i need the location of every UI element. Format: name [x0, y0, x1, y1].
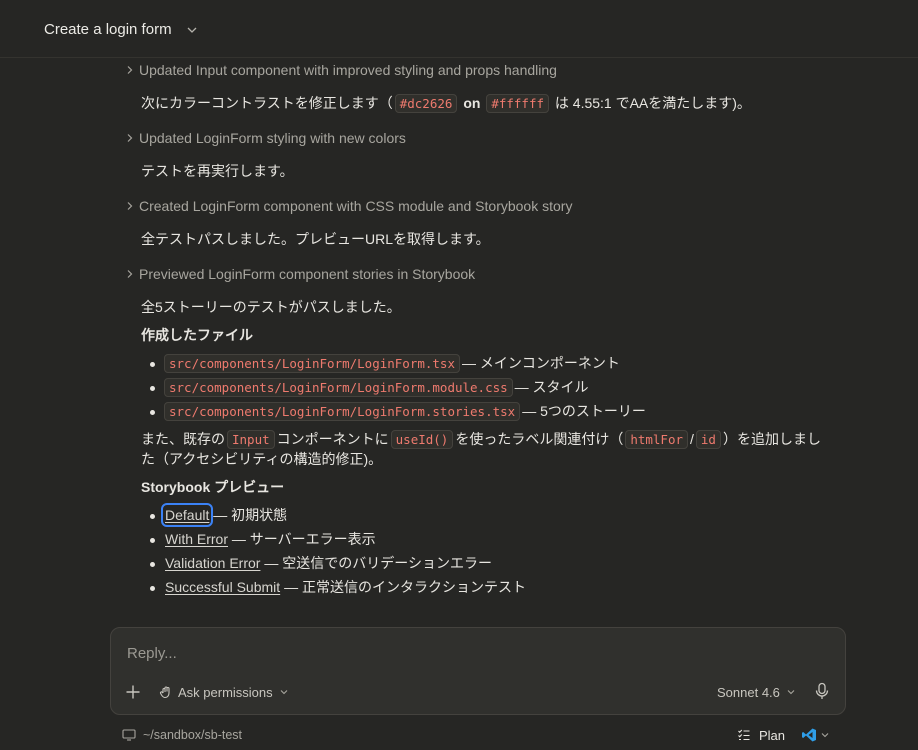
inline-code: htmlFor [625, 430, 689, 449]
text: 次にカラーコントラストを修正します（ [141, 95, 393, 111]
checklist-icon [738, 729, 750, 741]
conversation-title[interactable]: Create a login form [44, 21, 172, 38]
inline-code: useId() [390, 430, 454, 449]
bullet-dot [150, 562, 155, 567]
editor-selector[interactable] [801, 726, 830, 744]
text: を使ったラベル関連付け（ [455, 431, 624, 447]
plan-toggle[interactable]: Plan [737, 727, 785, 743]
chevron-right-icon [127, 66, 133, 74]
microphone-icon[interactable] [814, 682, 830, 700]
tool-call-label: Updated Input component with improved st… [139, 62, 557, 78]
chat-header: Create a login form [0, 0, 918, 58]
plus-icon[interactable] [125, 684, 141, 700]
chevron-right-icon [127, 134, 133, 142]
file-path: src/components/LoginForm/LoginForm.stori… [164, 402, 521, 421]
bullet-dot [150, 410, 155, 415]
text: コンポーネントに [276, 431, 389, 447]
message-paragraph: た（アクセシビリティの構造的修正)。 [141, 451, 383, 467]
list-item: Successful Submit — 正常送信のインタラクションテスト [165, 577, 526, 597]
preview-heading: Storybook プレビュー [141, 479, 285, 495]
vscode-icon [802, 728, 816, 742]
story-link-validation-error[interactable]: Validation Error [165, 555, 260, 571]
file-path: src/components/LoginForm/LoginForm.modul… [164, 378, 513, 397]
workspace-path[interactable]: ~/sandbox/sb-test [122, 727, 242, 743]
reply-input[interactable] [125, 640, 689, 666]
permissions-dropdown[interactable]: Ask permissions [159, 683, 295, 701]
tool-call-label: Created LoginForm component with CSS mod… [139, 198, 573, 214]
list-item: Default — 初期状態 [160, 503, 288, 527]
message-paragraph: 全テストパスしました。プレビューURLを取得します。 [141, 231, 490, 247]
path-label: ~/sandbox/sb-test [143, 728, 243, 742]
text: は 4.55:1 でAAを満たします)。 [554, 95, 751, 111]
message-paragraph: 全5ストーリーのテストがパスしました。 [141, 299, 401, 315]
list-item: src/components/LoginForm/LoginForm.tsx — … [164, 353, 620, 374]
text: — サーバーエラー表示 [231, 531, 376, 547]
bullet-dot [150, 362, 155, 367]
text: — 初期状態 [213, 507, 288, 523]
text: — 5つのストーリー [522, 403, 646, 419]
chevron-right-icon [127, 270, 133, 278]
list-item: With Error — サーバーエラー表示 [165, 529, 376, 549]
reply-composer: Ask permissions Sonnet 4.6 [110, 627, 846, 715]
text: — メインコンポーネント [461, 355, 620, 371]
list-item: src/components/LoginForm/LoginForm.modul… [164, 377, 589, 398]
chevron-down-icon [280, 690, 288, 695]
plan-label: Plan [759, 727, 786, 743]
list-item: src/components/LoginForm/LoginForm.stori… [164, 401, 646, 422]
text: また、既存の [141, 431, 225, 447]
text: ）を追加しまし [722, 431, 821, 447]
bullet-dot [150, 386, 155, 391]
tool-call-label: Previewed LoginForm component stories in… [139, 266, 476, 282]
text: / [690, 431, 694, 447]
tool-call-row[interactable]: Updated Input component with improved st… [123, 59, 557, 81]
text: on [463, 95, 481, 111]
message-paragraph: また、既存の Input コンポーネントに useId() を使ったラベル関連付け（ ht… [141, 429, 821, 450]
chevron-down-icon [787, 690, 795, 695]
story-link-successful-submit[interactable]: Successful Submit [165, 579, 280, 595]
file-path: src/components/LoginForm/LoginForm.tsx [164, 354, 460, 373]
inline-code: #ffffff [486, 94, 549, 113]
tool-call-row[interactable]: Updated LoginForm styling with new color… [123, 127, 406, 149]
model-label: Sonnet 4.6 [717, 684, 780, 700]
text: — 正常送信のインタラクションテスト [284, 579, 526, 595]
tool-call-label: Updated LoginForm styling with new color… [139, 130, 406, 146]
inline-code: id [695, 430, 721, 449]
story-link-with-error[interactable]: With Error [165, 531, 228, 547]
story-link-default[interactable]: Default [160, 503, 214, 527]
monitor-icon [122, 729, 136, 741]
message-paragraph: 次にカラーコントラストを修正します（ #dc2626 on #ffffff は 4… [141, 93, 751, 114]
chevron-down-icon[interactable] [185, 23, 199, 37]
bullet-dot [150, 514, 155, 519]
permissions-label: Ask permissions [178, 684, 273, 700]
chevron-down-icon [821, 733, 829, 738]
text: — スタイル [514, 379, 589, 395]
bullet-dot [150, 586, 155, 591]
bullet-dot [150, 538, 155, 543]
tool-call-row[interactable]: Created LoginForm component with CSS mod… [123, 195, 572, 217]
hand-icon [159, 686, 170, 699]
model-selector[interactable]: Sonnet 4.6 [717, 683, 797, 701]
inline-code: Input [227, 430, 275, 449]
inline-code: #dc2626 [394, 94, 458, 113]
chevron-right-icon [127, 202, 133, 210]
tool-call-row[interactable]: Previewed LoginForm component stories in… [123, 263, 475, 285]
list-item: Validation Error — 空送信でのバリデーションエラー [165, 553, 492, 573]
message-paragraph: テストを再実行します。 [141, 163, 294, 179]
files-heading: 作成したファイル [141, 327, 253, 343]
text: — 空送信でのバリデーションエラー [264, 555, 492, 571]
message-thread: Updated Input component with improved st… [0, 58, 918, 628]
